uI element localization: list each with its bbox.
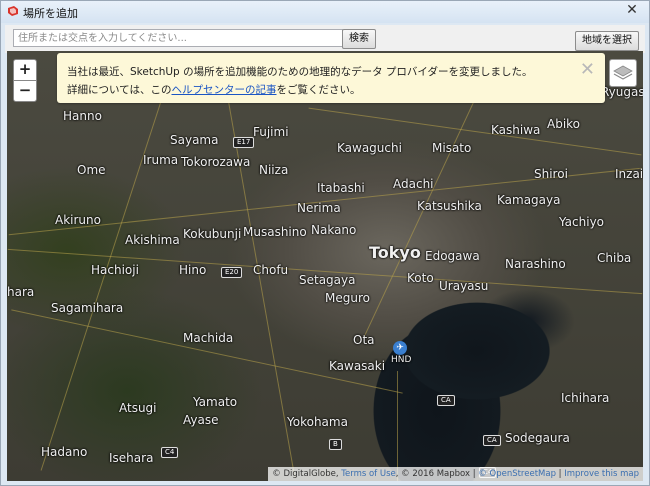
map-label: Sodegaura <box>505 431 570 445</box>
map-label: Katsushika <box>417 199 482 213</box>
help-center-article-link[interactable]: ヘルプセンターの記事 <box>171 84 276 96</box>
map-label: Inzai <box>615 167 643 181</box>
map-label: Akiruno <box>55 213 101 227</box>
map-label: Yachiyo <box>559 215 605 229</box>
map-label: Ota <box>353 333 375 347</box>
map-label: Kashiwa <box>491 123 541 137</box>
window-bottom-border <box>1 481 649 485</box>
map-label: Nakano <box>311 223 357 237</box>
map-label: Akishima <box>125 233 180 247</box>
title-bar: 場所を追加 ✕ <box>1 1 649 23</box>
map-label: Musashino <box>243 225 307 239</box>
map-label: Iruma <box>143 153 179 167</box>
select-region-button[interactable]: 地域を選択 <box>575 31 639 51</box>
map-label: Isehara <box>109 451 154 465</box>
map-label: Hino <box>179 263 207 277</box>
notice-line-2-prefix: 詳細については、この <box>67 84 172 96</box>
map-label: Sagamihara <box>51 301 124 315</box>
provider-change-notice: 当社は最近、SketchUp の場所を追加機能のための地理的なデータ プロバイダ… <box>57 53 605 103</box>
search-toolbar: 検索 地域を選択 <box>5 25 645 53</box>
openstreetmap-link[interactable]: © OpenStreetMap <box>478 469 556 479</box>
map-label: Setagaya <box>299 273 356 287</box>
satellite-map[interactable]: Hanno Sayama Fujimi Kawaguchi Misato Kas… <box>7 51 643 481</box>
map-label: Adachi <box>393 177 434 191</box>
map-label: Itabashi <box>317 181 365 195</box>
map-label: Sayama <box>170 133 219 147</box>
sketchup-app-icon <box>8 6 18 16</box>
window-close-button[interactable]: ✕ <box>619 1 645 19</box>
map-label: Tokorozawa <box>181 155 251 169</box>
notice-line-2: 詳細については、このヘルプセンターの記事をご覧ください。 <box>67 82 360 97</box>
map-label: Shiroi <box>534 167 568 181</box>
attribution-separator: | <box>555 469 565 479</box>
highway-shield: E20 <box>221 267 243 278</box>
improve-map-link[interactable]: Improve this map <box>564 469 639 479</box>
highway-shield: CA <box>437 395 455 406</box>
map-label: Koto <box>407 271 434 285</box>
attribution-mapbox: , © 2016 Mapbox <box>395 469 471 479</box>
map-label: Tokyo <box>369 243 421 262</box>
highway-shield: E17 <box>233 137 255 148</box>
map-label: Fujimi <box>253 125 289 139</box>
address-search-input[interactable] <box>13 29 343 47</box>
map-attribution: © DigitalGlobe, Terms of Use, © 2016 Map… <box>268 467 643 481</box>
map-label: Misato <box>432 141 472 155</box>
airport-label: HND <box>391 355 412 365</box>
map-label: Ome <box>77 163 106 177</box>
notice-line-2-suffix: をご覧ください。 <box>276 84 361 96</box>
map-label: Narashino <box>505 257 566 271</box>
zoom-in-button[interactable]: + <box>13 59 37 81</box>
map-label: Ayase <box>183 413 219 427</box>
map-label: Ichihara <box>561 391 610 405</box>
search-button[interactable]: 検索 <box>342 29 376 49</box>
map-label: Yamato <box>193 395 238 409</box>
map-label: Hachioji <box>91 263 139 277</box>
layers-icon <box>613 65 633 80</box>
notice-line-1: 当社は最近、SketchUp の場所を追加機能のための地理的なデータ プロバイダ… <box>67 66 533 78</box>
window-title: 場所を追加 <box>23 7 78 20</box>
highway-shield: B <box>329 439 342 450</box>
map-label: Hanno <box>63 109 102 123</box>
map-label: hara <box>7 285 35 299</box>
map-label: Atsugi <box>119 401 157 415</box>
map-label: Urayasu <box>439 279 489 293</box>
attribution-prefix: © DigitalGlobe, <box>272 469 342 479</box>
map-label: Kawasaki <box>329 359 386 373</box>
map-label: Meguro <box>325 291 370 305</box>
map-label: Edogawa <box>425 249 480 263</box>
map-label: Nerima <box>297 201 341 215</box>
layers-button[interactable] <box>609 59 637 87</box>
terms-of-use-link[interactable]: Terms of Use <box>341 469 396 479</box>
map-label: Abiko <box>547 117 581 131</box>
map-label: Yokohama <box>287 415 348 429</box>
map-label: Hadano <box>41 445 88 459</box>
map-label: Kawaguchi <box>337 141 402 155</box>
map-label: Machida <box>183 331 234 345</box>
notice-close-icon[interactable]: ✕ <box>580 59 595 80</box>
map-label: Niiza <box>259 163 289 177</box>
map-label: Kokubunji <box>183 227 242 241</box>
zoom-out-button[interactable]: − <box>13 80 37 102</box>
map-label: Chofu <box>253 263 289 277</box>
highway-shield: CA <box>483 435 501 446</box>
map-label: Kamagaya <box>497 193 561 207</box>
map-label: Chiba <box>597 251 632 265</box>
add-location-window: 場所を追加 ✕ 検索 地域を選択 Hanno Sayama Fujimi Kaw… <box>0 0 650 486</box>
highway-shield: C4 <box>161 447 179 458</box>
airport-icon: ✈ <box>393 341 407 355</box>
